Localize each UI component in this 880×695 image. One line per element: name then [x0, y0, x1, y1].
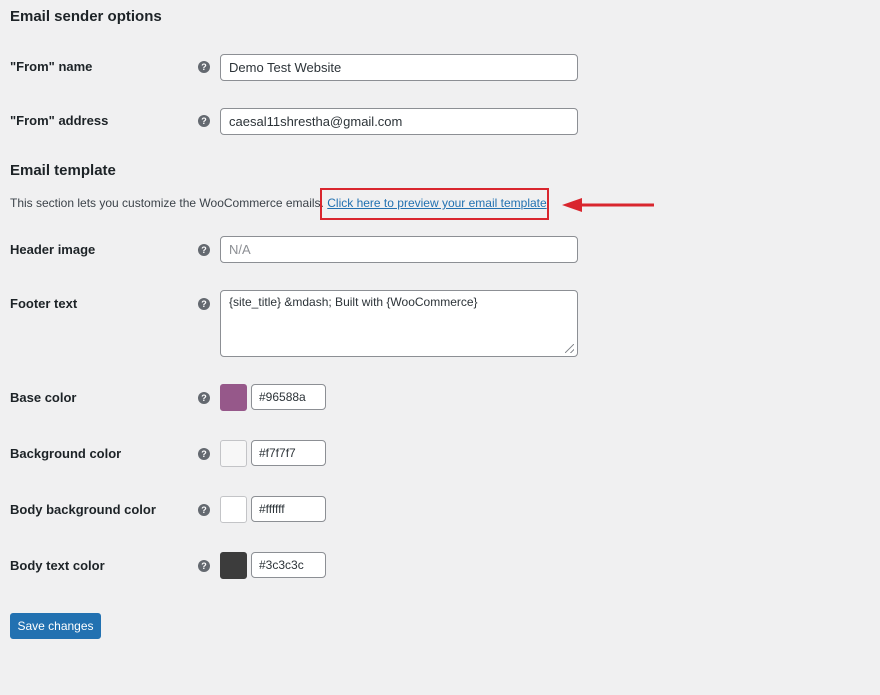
body-text-color-label: Body text color [10, 558, 105, 573]
body-background-color-swatch[interactable] [220, 496, 247, 523]
body-background-color-label: Body background color [10, 502, 156, 517]
background-color-label: Background color [10, 446, 122, 461]
body-text-color-swatch[interactable] [220, 552, 247, 579]
resize-handle-icon[interactable] [565, 344, 574, 353]
help-icon[interactable]: ? [198, 298, 210, 310]
body-background-color-input[interactable] [251, 496, 326, 522]
footer-text-label: Footer text [10, 296, 78, 311]
base-color-input[interactable] [251, 384, 326, 410]
base-color-swatch[interactable] [220, 384, 247, 411]
from-address-label: "From" address [10, 113, 109, 128]
help-icon[interactable]: ? [198, 61, 210, 73]
from-name-label: "From" name [10, 59, 93, 74]
sender-options-heading: Email sender options [10, 8, 162, 25]
background-color-input[interactable] [251, 440, 326, 466]
body-text-color-input[interactable] [251, 552, 326, 578]
save-changes-button[interactable]: Save changes [10, 613, 101, 639]
help-icon[interactable]: ? [198, 392, 210, 404]
help-icon[interactable]: ? [198, 448, 210, 460]
footer-text-textarea[interactable]: {site_title} &mdash; Built with {WooComm… [220, 290, 578, 357]
header-image-label: Header image [10, 242, 96, 257]
header-image-input[interactable] [220, 236, 578, 263]
help-icon[interactable]: ? [198, 244, 210, 256]
template-description-text: This section lets you customize the WooC… [10, 196, 324, 210]
annotation-highlight-box [320, 188, 549, 220]
base-color-label: Base color [10, 390, 77, 405]
help-icon[interactable]: ? [198, 504, 210, 516]
from-address-input[interactable] [220, 108, 578, 135]
from-name-input[interactable] [220, 54, 578, 81]
annotation-arrow-icon [562, 198, 654, 212]
email-template-heading: Email template [10, 162, 116, 179]
help-icon[interactable]: ? [198, 115, 210, 127]
background-color-swatch[interactable] [220, 440, 247, 467]
help-icon[interactable]: ? [198, 560, 210, 572]
